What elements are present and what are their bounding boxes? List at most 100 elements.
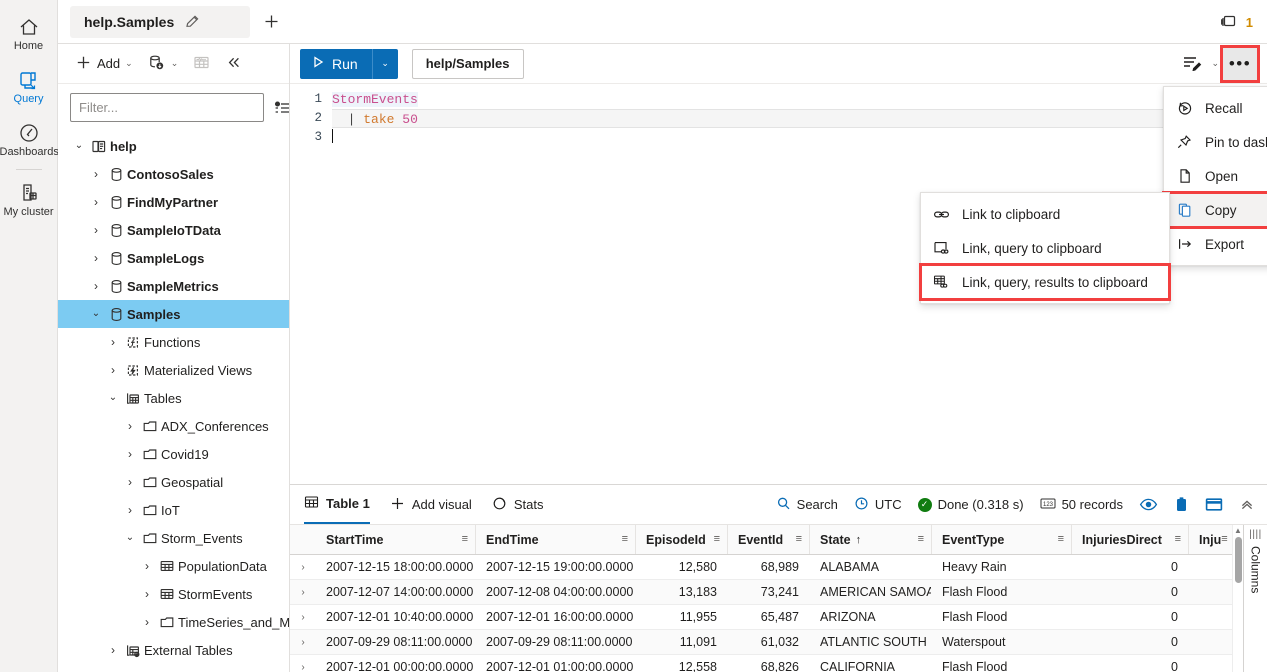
- run-button-main[interactable]: Run: [300, 48, 372, 79]
- tree-node-materialized-views[interactable]: › Materialized Views: [58, 356, 289, 384]
- grid-header-injuriesdirect[interactable]: InjuriesDirect ≡: [1072, 525, 1189, 554]
- column-menu-icon[interactable]: ≡: [1058, 534, 1064, 545]
- grid-header-eventtype[interactable]: EventType ≡: [932, 525, 1072, 554]
- tree-node-functions[interactable]: › Functions: [58, 328, 289, 356]
- rail-item-dashboards[interactable]: Dashboards: [0, 112, 59, 165]
- timezone-button[interactable]: UTC: [854, 496, 902, 514]
- table-row[interactable]: › 2007-12-01 10:40:00.0000 2007-12-01 16:0…: [290, 605, 1232, 630]
- chevron-right-icon[interactable]: ›: [87, 168, 105, 180]
- tree-node-storm-events[interactable]: ⌄ Storm_Events: [58, 524, 289, 552]
- chevron-right-icon[interactable]: ›: [121, 448, 139, 460]
- menu-item-pin-to-dashboard[interactable]: Pin to dashboard: [1164, 125, 1267, 159]
- chevron-right-icon[interactable]: ›: [104, 644, 122, 656]
- column-menu-icon[interactable]: ≡: [918, 534, 924, 545]
- query-tab-help-samples[interactable]: help.Samples: [70, 5, 250, 38]
- grid-vertical-scrollbar[interactable]: ▲: [1232, 525, 1243, 672]
- chevron-right-icon[interactable]: ›: [87, 224, 105, 236]
- row-expander-icon[interactable]: ›: [290, 637, 316, 648]
- chevron-right-icon[interactable]: ›: [121, 420, 139, 432]
- database-context-pill[interactable]: help/Samples: [411, 48, 524, 79]
- grid-header-eventid[interactable]: EventId ≡: [728, 525, 810, 554]
- search-button[interactable]: Search: [776, 496, 838, 514]
- run-button[interactable]: Run ⌄: [300, 48, 398, 79]
- grid-header-inju[interactable]: Inju ≡: [1189, 525, 1232, 554]
- chevron-down-icon[interactable]: ⌄: [121, 533, 139, 543]
- menu-item-link-to-clipboard[interactable]: Link to clipboard: [921, 197, 1169, 231]
- chevron-right-icon[interactable]: ›: [138, 560, 156, 572]
- chevron-right-icon[interactable]: ›: [104, 364, 122, 376]
- tree-node-geospatial[interactable]: › Geospatial: [58, 468, 289, 496]
- table-row[interactable]: › 2007-12-15 18:00:00.0000 2007-12-15 19:0…: [290, 555, 1232, 580]
- connect-cluster-button[interactable]: ⌄: [142, 50, 184, 78]
- column-menu-icon[interactable]: ≡: [714, 534, 720, 545]
- tree-node-samplelogs[interactable]: › SampleLogs: [58, 244, 289, 272]
- clipboard-icon[interactable]: [1174, 496, 1189, 513]
- tree-node-adx-conferences[interactable]: › ADX_Conferences: [58, 412, 289, 440]
- menu-item-export[interactable]: Export›: [1164, 227, 1267, 261]
- chevron-right-icon[interactable]: ›: [87, 280, 105, 292]
- menu-item-link-query-results-to-clipboard[interactable]: Link, query, results to clipboard: [919, 263, 1171, 301]
- chevron-down-icon[interactable]: ⌄: [1211, 59, 1219, 68]
- collapse-chevrons-icon[interactable]: [1239, 497, 1255, 512]
- grid-header-endtime[interactable]: EndTime ≡: [476, 525, 636, 554]
- chevron-right-icon[interactable]: ›: [138, 588, 156, 600]
- grid-header-episodeid[interactable]: EpisodeId ≡: [636, 525, 728, 554]
- column-menu-icon[interactable]: ≡: [1221, 534, 1227, 545]
- chevron-down-icon[interactable]: ⌄: [104, 393, 122, 403]
- eye-icon[interactable]: [1139, 497, 1158, 512]
- table-row[interactable]: › 2007-12-01 00:00:00.0000 2007-12-01 01:0…: [290, 655, 1232, 672]
- tree-node-stormevents[interactable]: › StormEvents: [58, 580, 289, 608]
- row-expander-icon[interactable]: ›: [290, 612, 316, 623]
- format-query-button[interactable]: [1176, 50, 1207, 78]
- chevron-right-icon[interactable]: ›: [87, 196, 105, 208]
- chevron-right-icon[interactable]: ›: [87, 252, 105, 264]
- pencil-icon[interactable]: [184, 13, 201, 30]
- tab-add-visual[interactable]: Add visual: [390, 485, 472, 524]
- filter-input[interactable]: [70, 92, 264, 122]
- tree-node-timeseries-and-ml[interactable]: › TimeSeries_and_ML: [58, 608, 289, 636]
- chevron-right-icon[interactable]: ›: [121, 504, 139, 516]
- tree-node-iot[interactable]: › IoT: [58, 496, 289, 524]
- row-expander-icon[interactable]: ›: [290, 562, 316, 573]
- scroll-up-arrow-icon[interactable]: ▲: [1234, 527, 1242, 535]
- column-menu-icon[interactable]: ≡: [622, 534, 628, 545]
- new-tab-button[interactable]: [262, 12, 281, 31]
- tree-node-covid19[interactable]: › Covid19: [58, 440, 289, 468]
- row-expander-icon[interactable]: ›: [290, 662, 316, 672]
- menu-item-copy[interactable]: Copy›: [1162, 191, 1267, 229]
- chevron-right-icon[interactable]: ›: [121, 476, 139, 488]
- rail-item-my-cluster[interactable]: My cluster: [0, 172, 58, 225]
- tree-node-external-tables[interactable]: › External Tables: [58, 636, 289, 664]
- menu-item-open[interactable]: Open›: [1164, 159, 1267, 193]
- tree-node-populationdata[interactable]: › PopulationData: [58, 552, 289, 580]
- menu-item-recall[interactable]: Recall: [1164, 91, 1267, 125]
- scrollbar-thumb[interactable]: [1234, 537, 1242, 583]
- menu-item-link-query-to-clipboard[interactable]: Link, query to clipboard: [921, 231, 1169, 265]
- row-expander-icon[interactable]: ›: [290, 587, 316, 598]
- grid-header-state[interactable]: State ↑ ≡: [810, 525, 932, 554]
- table-row[interactable]: › 2007-12-07 14:00:00.0000 2007-12-08 04:0…: [290, 580, 1232, 605]
- tree-node-samplemetrics[interactable]: › SampleMetrics: [58, 272, 289, 300]
- columns-side-panel[interactable]: |||| Columns: [1243, 525, 1267, 672]
- chevron-right-icon[interactable]: ›: [138, 616, 156, 628]
- chevron-down-icon[interactable]: ⌄: [70, 141, 88, 151]
- tree-node-findmypartner[interactable]: › FindMyPartner: [58, 188, 289, 216]
- tab-table-1[interactable]: Table 1: [304, 485, 370, 524]
- rail-item-home[interactable]: Home: [0, 6, 58, 59]
- tree-node-samples[interactable]: ⌄ Samples: [58, 300, 289, 328]
- tree-node-tables[interactable]: ⌄ Tables: [58, 384, 289, 412]
- tree-node-sampleiotdata[interactable]: › SampleIoTData: [58, 216, 289, 244]
- collapse-explorer-button[interactable]: [220, 50, 248, 78]
- chevron-down-icon[interactable]: ⌄: [87, 309, 105, 319]
- rail-item-query[interactable]: Query: [0, 59, 58, 112]
- add-button[interactable]: Add ⌄: [70, 50, 138, 78]
- column-menu-icon[interactable]: ≡: [796, 534, 802, 545]
- tab-stack-icon[interactable]: [1219, 12, 1239, 33]
- window-icon[interactable]: [1205, 497, 1223, 512]
- table-row[interactable]: › 2007-09-29 08:11:00.0000 2007-09-29 08:1…: [290, 630, 1232, 655]
- column-menu-icon[interactable]: ≡: [1175, 534, 1181, 545]
- column-menu-icon[interactable]: ≡: [462, 534, 468, 545]
- run-options-chevron[interactable]: ⌄: [371, 48, 398, 79]
- grid-header-starttime[interactable]: StartTime ≡: [316, 525, 476, 554]
- tree-node-contososales[interactable]: › ContosoSales: [58, 160, 289, 188]
